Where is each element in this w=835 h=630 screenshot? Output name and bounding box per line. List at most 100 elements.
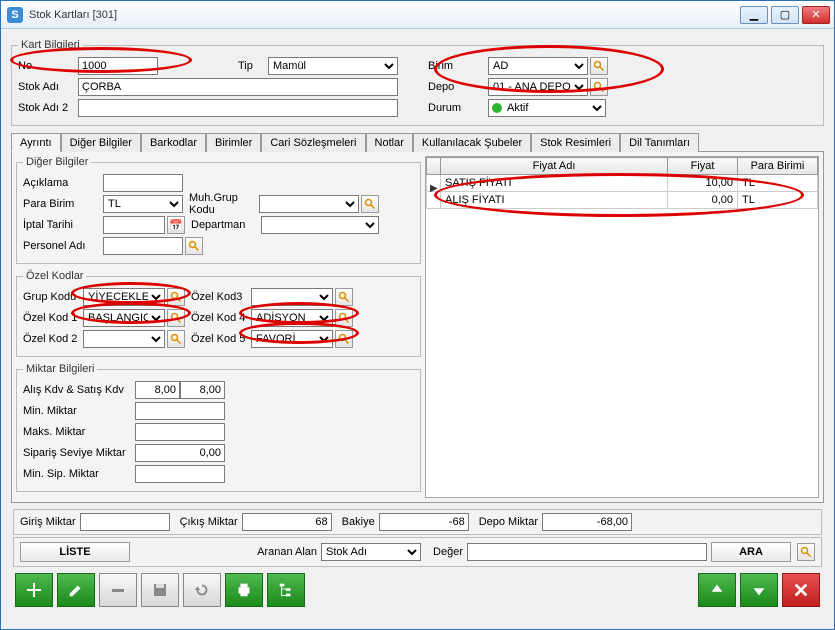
k5-find-button[interactable] xyxy=(335,330,353,348)
birim-select[interactable]: AD xyxy=(488,57,588,75)
k2-select[interactable] xyxy=(83,330,165,348)
maks-label: Maks. Miktar xyxy=(23,426,135,438)
stokadi-label: Stok Adı xyxy=(18,81,78,93)
deger-input[interactable] xyxy=(467,543,707,561)
stokadi2-label: Stok Adı 2 xyxy=(18,102,78,114)
iptal-calendar-button[interactable]: 📅 xyxy=(167,216,185,234)
prices-grid[interactable]: Fiyat Adı Fiyat Para Birimi ▶ SATIŞ FİYA… xyxy=(425,156,819,498)
undo-button[interactable] xyxy=(183,573,221,607)
totals-bar: Giriş Miktar Çıkış Miktar Bakiye Depo Mi… xyxy=(13,509,822,535)
depo-select[interactable]: 01 - ANA DEPO xyxy=(488,78,588,96)
liste-button[interactable]: LİSTE xyxy=(20,542,130,562)
search-find-button[interactable] xyxy=(797,543,815,561)
depomiktar-label: Depo Miktar xyxy=(479,516,538,528)
kdv-label: Alış Kdv & Satış Kdv xyxy=(23,384,135,396)
parabirim-select[interactable]: TL xyxy=(103,195,183,213)
miktar-legend: Miktar Bilgileri xyxy=(23,363,97,375)
close-tool-button[interactable] xyxy=(782,573,820,607)
minsip-input[interactable] xyxy=(135,465,225,483)
cikis-label: Çıkış Miktar xyxy=(180,516,238,528)
col-fiyat-adi[interactable]: Fiyat Adı xyxy=(441,158,668,175)
search-bar: LİSTE Aranan Alan Stok Adı Değer ARA xyxy=(13,537,822,567)
aciklama-input[interactable] xyxy=(103,174,183,192)
k3-label: Özel Kod3 xyxy=(191,291,251,303)
app-icon: S xyxy=(7,7,23,23)
kart-bilgileri-group: Kart Bilgileri No Tip Mamül Birim AD Sto… xyxy=(11,39,824,126)
tab-dil-tanimlari[interactable]: Dil Tanımları xyxy=(620,133,699,152)
ozel-kodlar-group: Özel Kodlar Grup Kodu YİYECEKLER Özel Ko… xyxy=(16,270,421,357)
k3-select[interactable] xyxy=(251,288,333,306)
maks-input[interactable] xyxy=(135,423,225,441)
tab-barkodlar[interactable]: Barkodlar xyxy=(141,133,206,152)
stokadi2-input[interactable] xyxy=(78,99,398,117)
k4-select[interactable]: ADİSYON xyxy=(251,309,333,327)
save-button[interactable] xyxy=(141,573,179,607)
ozel-legend: Özel Kodlar xyxy=(23,270,86,282)
deger-label: Değer xyxy=(433,546,463,558)
cikis-input[interactable] xyxy=(242,513,332,531)
tree-button[interactable] xyxy=(267,573,305,607)
col-fiyat[interactable]: Fiyat xyxy=(668,158,738,175)
close-button[interactable]: ✕ xyxy=(802,6,830,24)
min-input[interactable] xyxy=(135,402,225,420)
diger-legend: Diğer Bilgiler xyxy=(23,156,91,168)
k2-label: Özel Kod 2 xyxy=(23,333,83,345)
k5-label: Özel Kod 5 xyxy=(191,333,251,345)
tab-stok-resimleri[interactable]: Stok Resimleri xyxy=(531,133,620,152)
giris-input[interactable] xyxy=(80,513,170,531)
remove-button[interactable] xyxy=(99,573,137,607)
muhgrup-select[interactable] xyxy=(259,195,359,213)
grup-select[interactable]: YİYECEKLER xyxy=(83,288,165,306)
grup-label: Grup Kodu xyxy=(23,291,83,303)
maximize-button[interactable]: ▢ xyxy=(771,6,799,24)
departman-select[interactable] xyxy=(261,216,379,234)
miktar-bilgileri-group: Miktar Bilgileri Alış Kdv & Satış Kdv Mi… xyxy=(16,363,421,492)
tab-diger-bilgiler[interactable]: Diğer Bilgiler xyxy=(61,133,141,152)
aciklama-label: Açıklama xyxy=(23,177,103,189)
tab-notlar[interactable]: Notlar xyxy=(366,133,413,152)
k3-find-button[interactable] xyxy=(335,288,353,306)
personel-input[interactable] xyxy=(103,237,183,255)
muhgrup-find-button[interactable] xyxy=(361,195,379,213)
k1-select[interactable]: BAŞLANGIÇLAR xyxy=(83,309,165,327)
tab-birimler[interactable]: Birimler xyxy=(206,133,261,152)
table-row: ALIŞ FİYATI 0,00 TL xyxy=(427,192,818,209)
k1-label: Özel Kod 1 xyxy=(23,312,83,324)
tab-strip: Ayrıntı Diğer Bilgiler Barkodlar Birimle… xyxy=(11,132,824,152)
up-button[interactable] xyxy=(698,573,736,607)
diger-bilgiler-group: Diğer Bilgiler Açıklama Para Birim TL Mu… xyxy=(16,156,421,264)
edit-button[interactable] xyxy=(57,573,95,607)
durum-select[interactable]: Aktif xyxy=(488,99,606,117)
tab-cari-sozlesmeleri[interactable]: Cari Sözleşmeleri xyxy=(261,133,365,152)
stokadi-input[interactable] xyxy=(78,78,398,96)
grup-find-button[interactable] xyxy=(167,288,185,306)
giris-label: Giriş Miktar xyxy=(20,516,76,528)
tab-ayrinti[interactable]: Ayrıntı xyxy=(11,133,61,152)
k2-find-button[interactable] xyxy=(167,330,185,348)
add-button[interactable] xyxy=(15,573,53,607)
kdv-satis-input[interactable] xyxy=(180,381,225,399)
k4-find-button[interactable] xyxy=(335,309,353,327)
kdv-alis-input[interactable] xyxy=(135,381,180,399)
k5-select[interactable]: FAVORİ xyxy=(251,330,333,348)
bakiye-input[interactable] xyxy=(379,513,469,531)
birim-find-button[interactable] xyxy=(590,57,608,75)
down-button[interactable] xyxy=(740,573,778,607)
tip-label: Tip xyxy=(238,60,268,72)
personel-find-button[interactable] xyxy=(185,237,203,255)
minimize-button[interactable]: ▁ xyxy=(740,6,768,24)
depomiktar-input[interactable] xyxy=(542,513,632,531)
ara-button[interactable]: ARA xyxy=(711,542,791,562)
no-input[interactable] xyxy=(78,57,158,75)
col-parabirimi[interactable]: Para Birimi xyxy=(738,158,818,175)
k4-label: Özel Kod 4 xyxy=(191,312,251,324)
iptal-input[interactable] xyxy=(103,216,165,234)
personel-label: Personel Adı xyxy=(23,240,103,252)
aranan-select[interactable]: Stok Adı xyxy=(321,543,421,561)
print-button[interactable] xyxy=(225,573,263,607)
tab-kullanilacak-subeler[interactable]: Kullanılacak Şubeler xyxy=(413,133,531,152)
siparis-input[interactable] xyxy=(135,444,225,462)
k1-find-button[interactable] xyxy=(167,309,185,327)
depo-find-button[interactable] xyxy=(590,78,608,96)
tip-select[interactable]: Mamül xyxy=(268,57,398,75)
